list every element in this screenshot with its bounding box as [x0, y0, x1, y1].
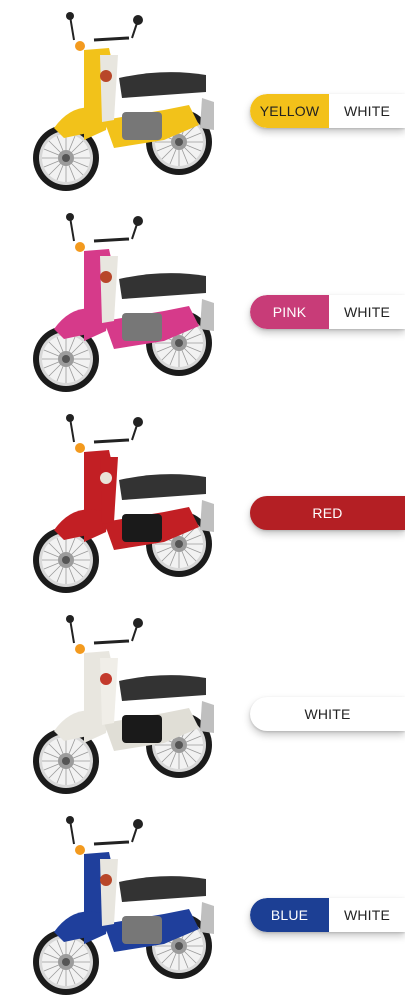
motorcycle-yellow-image [32, 12, 214, 192]
color-option-yellow-white[interactable]: YELLOW WHITE [250, 94, 405, 128]
primary-color-segment: YELLOW [250, 94, 329, 128]
secondary-color-segment: WHITE [329, 295, 405, 329]
primary-color-segment: RED [312, 505, 343, 521]
motorcycle-blue-image [32, 816, 214, 996]
secondary-color-segment: WHITE [329, 898, 405, 932]
variant-row-pink: PINK WHITE [0, 201, 405, 402]
motorcycle-pink-image [32, 213, 214, 393]
color-option-red[interactable]: RED [250, 496, 405, 530]
secondary-color-segment: WHITE [329, 94, 405, 128]
motorcycle-white-image [32, 615, 214, 795]
variant-row-yellow: YELLOW WHITE [0, 0, 405, 201]
variant-row-white: WHITE [0, 603, 405, 804]
primary-color-segment: BLUE [250, 898, 329, 932]
variant-row-blue: BLUE WHITE [0, 804, 405, 1005]
color-option-pink-white[interactable]: PINK WHITE [250, 295, 405, 329]
color-option-white[interactable]: WHITE [250, 697, 405, 731]
variant-row-red: RED [0, 402, 405, 603]
primary-color-segment: WHITE [304, 706, 351, 722]
color-option-blue-white[interactable]: BLUE WHITE [250, 898, 405, 932]
motorcycle-red-image [32, 414, 214, 594]
primary-color-segment: PINK [250, 295, 329, 329]
